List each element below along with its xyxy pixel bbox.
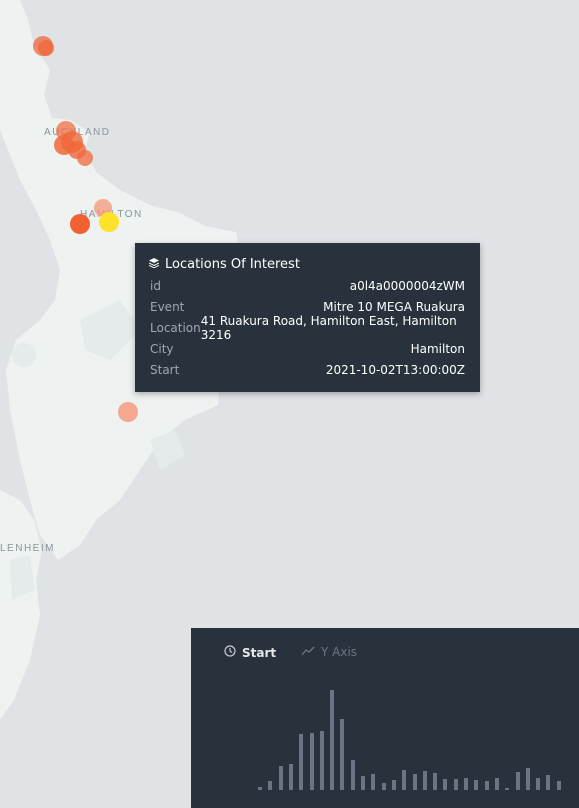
tooltip-value: a0l4a0000004zWM [349,279,465,293]
histogram-bar [474,780,479,790]
poi-marker[interactable] [38,40,54,56]
histogram-bar [258,787,262,790]
histogram-bar [350,760,355,790]
histogram-bar [484,781,489,790]
line-chart-icon [301,645,315,659]
histogram-bar [268,781,273,790]
histogram-bar [525,768,530,790]
histogram-bar [402,770,407,790]
tooltip-value: Hamilton [410,342,465,356]
histogram-bar [453,779,458,790]
tooltip-row: id a0l4a0000004zWM [150,277,465,295]
histogram-bar [381,783,386,790]
tooltip-key: City [150,342,174,356]
tooltip-row: Start 2021-10-02T13:00:00Z [150,361,465,379]
histogram-bar [464,778,468,790]
tooltip-key: id [150,279,161,293]
clock-icon [224,645,236,660]
map-tooltip: Locations Of Interest id a0l4a0000004zWM… [135,243,480,392]
histogram-bar [433,773,438,790]
tooltip-header: Locations Of Interest [148,257,300,272]
histogram-bar [330,690,335,790]
histogram-bar [319,731,324,790]
histogram-bar [546,775,551,790]
poi-marker[interactable] [77,150,93,166]
map-label-blenheim: LENHEIM [0,543,55,554]
poi-marker-selected[interactable] [99,212,119,232]
histogram-bar [515,772,520,790]
tab-start-label: Start [242,645,277,660]
tooltip-value: Mitre 10 MEGA Ruakura [323,300,465,314]
tooltip-row: City Hamilton [150,340,465,358]
histogram-bar [422,771,427,790]
histogram-bar [278,766,283,790]
timeline-panel: Start Y Axis [191,628,579,808]
poi-marker[interactable] [70,214,90,234]
histogram-bar [340,719,345,790]
histogram-bar [309,733,314,790]
histogram-bar [505,788,510,790]
histogram-bar [288,764,293,790]
histogram-bar [361,776,365,790]
tab-y-axis[interactable]: Y Axis [301,645,357,659]
histogram-bar [371,774,376,790]
tab-y-axis-label: Y Axis [321,645,358,659]
histogram-bar [443,779,448,790]
histogram-bar [299,734,304,790]
histogram-bar [391,780,396,790]
tooltip-title: Locations Of Interest [165,257,300,272]
layers-icon [148,257,160,272]
histogram-bar [412,774,417,790]
tooltip-row: Location 41 Ruakura Road, Hamilton East,… [150,314,465,342]
tooltip-value: 2021-10-02T13:00:00Z [325,363,465,377]
tooltip-key: Location [150,321,201,335]
tab-start[interactable]: Start [224,645,276,660]
poi-marker[interactable] [118,402,138,422]
histogram-bar [536,778,541,790]
histogram-bar [556,781,561,790]
histogram-bar [494,778,499,790]
tooltip-key: Start [150,363,180,377]
tooltip-value: 41 Ruakura Road, Hamilton East, Hamilton… [200,314,457,342]
tooltip-key: Event [150,300,185,314]
